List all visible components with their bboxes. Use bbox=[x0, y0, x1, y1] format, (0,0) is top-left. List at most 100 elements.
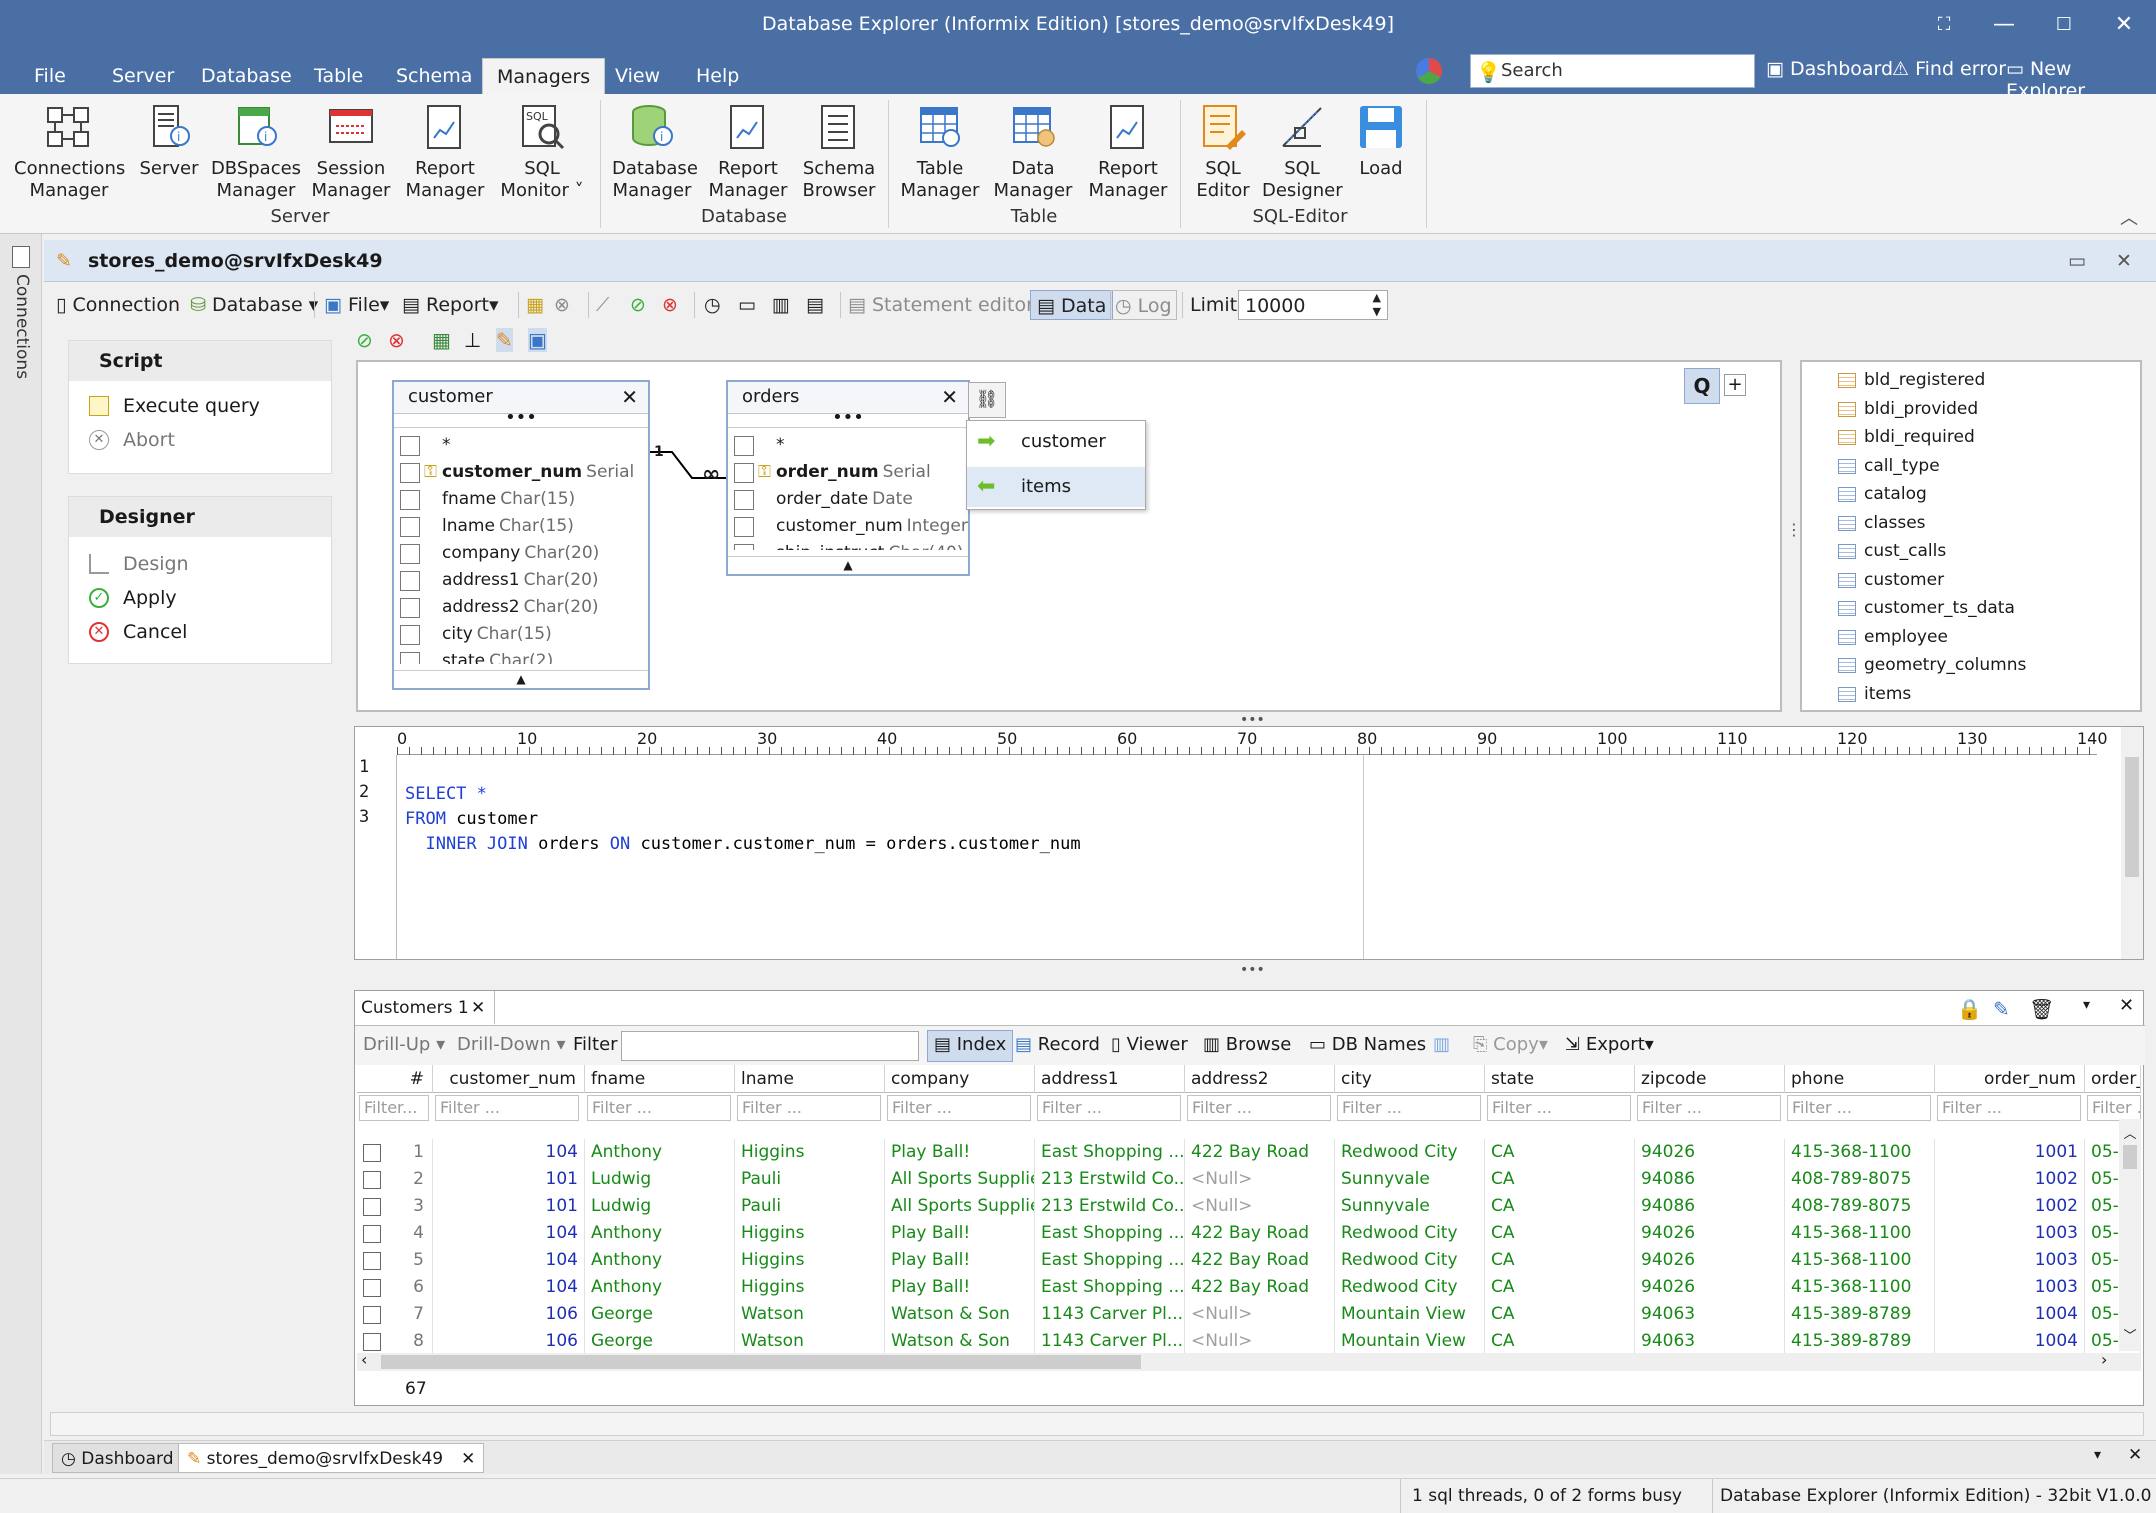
popup-item-items[interactable]: ⬅ items bbox=[967, 467, 1145, 507]
table-row[interactable]: 6 104 Anthony Higgins Play Ball! East Shoppin… bbox=[357, 1274, 2141, 1301]
export-icon[interactable]: ▤ bbox=[806, 290, 824, 320]
connection-button[interactable]: ▯ Connection bbox=[56, 290, 180, 320]
table-cell[interactable]: Watson & Son bbox=[885, 1301, 1035, 1328]
design-icon[interactable]: ⟋ bbox=[596, 290, 609, 320]
table-cell[interactable]: 104 bbox=[433, 1139, 585, 1166]
drill-up-dropdown[interactable]: Drill-Up ▾ bbox=[363, 1034, 445, 1055]
table-cell[interactable]: 213 Erstwild Co... bbox=[1035, 1193, 1185, 1220]
table-cell[interactable]: 422 Bay Road bbox=[1185, 1220, 1335, 1247]
table-cell[interactable]: Play Ball! bbox=[885, 1274, 1035, 1301]
table-cell[interactable]: Anthony bbox=[585, 1274, 735, 1301]
tree-item[interactable]: cust_calls bbox=[1802, 537, 2140, 566]
table-cell[interactable]: 2 bbox=[383, 1166, 433, 1193]
column-checkbox[interactable] bbox=[734, 436, 754, 456]
table-cell[interactable]: CA bbox=[1485, 1139, 1635, 1166]
report-manager-button[interactable]: Report Manager bbox=[404, 102, 486, 202]
table-cell[interactable]: Watson & Son bbox=[885, 1328, 1035, 1355]
table-cell[interactable]: 104 bbox=[433, 1247, 585, 1274]
table-cell[interactable]: Higgins bbox=[735, 1139, 885, 1166]
filter-cell[interactable]: Filter ... bbox=[435, 1095, 579, 1121]
apply-icon[interactable]: ⊘ bbox=[356, 328, 373, 352]
chevron-down-icon[interactable]: ▾ bbox=[2083, 997, 2090, 1013]
table-cell[interactable]: 415-368-1100 bbox=[1785, 1274, 1935, 1301]
window-icon[interactable]: ▭ bbox=[738, 290, 756, 320]
table-manager-button[interactable]: Table Manager bbox=[898, 102, 982, 202]
table-row[interactable]: 8 106 George Watson Watson & Son 1143 Carver … bbox=[357, 1328, 2141, 1355]
column-header[interactable]: customer_num bbox=[433, 1065, 585, 1093]
abort-button[interactable]: ✕ Abort bbox=[69, 423, 331, 457]
table-cell[interactable]: All Sports Supplies bbox=[885, 1193, 1035, 1220]
table-cell[interactable]: 1143 Carver Pl... bbox=[1035, 1301, 1185, 1328]
more-icon[interactable]: ••• bbox=[394, 409, 648, 428]
chevron-down-icon[interactable]: ▾ bbox=[2094, 1447, 2101, 1463]
file-dropdown[interactable]: ▣ File▾ bbox=[324, 290, 389, 320]
table-cell[interactable]: Anthony bbox=[585, 1220, 735, 1247]
table-cell[interactable]: Play Ball! bbox=[885, 1220, 1035, 1247]
table-cell[interactable]: <Null> bbox=[1185, 1166, 1335, 1193]
windows-icon[interactable]: ▣ bbox=[528, 328, 547, 352]
table-cell[interactable]: 1003 bbox=[1935, 1220, 2085, 1247]
scrollbar-thumb[interactable] bbox=[2123, 1145, 2137, 1169]
column-checkbox[interactable] bbox=[400, 544, 420, 564]
table-cell[interactable]: Higgins bbox=[735, 1247, 885, 1274]
row-checkbox[interactable] bbox=[363, 1279, 381, 1297]
column-header[interactable]: fname bbox=[585, 1065, 735, 1093]
pin-icon[interactable]: ▭ bbox=[2068, 240, 2086, 282]
table-row[interactable]: 7 106 George Watson Watson & Son 1143 Carver … bbox=[357, 1301, 2141, 1328]
table-cell[interactable]: Mountain View bbox=[1335, 1328, 1485, 1355]
column-header[interactable]: state bbox=[1485, 1065, 1635, 1093]
table-cell[interactable]: Redwood City bbox=[1335, 1139, 1485, 1166]
table-cell[interactable]: 1002 bbox=[1935, 1193, 2085, 1220]
table-row[interactable]: 1 104 Anthony Higgins Play Ball! East Shoppin… bbox=[357, 1139, 2141, 1166]
more-icon[interactable]: ••• bbox=[728, 409, 968, 428]
history-icon[interactable]: ◷ bbox=[704, 290, 721, 320]
orders-table-box[interactable]: orders ✕ ••• * ⚿ order_num Serial order_dat… bbox=[726, 380, 970, 576]
table-cell[interactable]: East Shopping ... bbox=[1035, 1274, 1185, 1301]
table-cell[interactable]: Sunnyvale bbox=[1335, 1193, 1485, 1220]
column-row[interactable]: * bbox=[728, 432, 968, 459]
query-designer-canvas[interactable]: customer ✕ ••• * ⚿ customer_num Serial fnam… bbox=[356, 360, 1782, 712]
data-toggle[interactable]: ▤ Data bbox=[1030, 290, 1114, 320]
table-report-manager-button[interactable]: Report Manager bbox=[1086, 102, 1170, 202]
cancel-button[interactable]: ✕ Cancel bbox=[69, 615, 331, 649]
dashboard-link[interactable]: ▣ Dashboard bbox=[1766, 58, 1893, 80]
column-checkbox[interactable] bbox=[400, 463, 420, 483]
filter-cell[interactable]: Filter ... bbox=[1637, 1095, 1781, 1121]
collapse-ribbon-icon[interactable]: ︿ bbox=[2120, 204, 2138, 230]
design-button[interactable]: Design bbox=[69, 547, 331, 581]
column-row[interactable]: ship_instruct Char(40) bbox=[728, 540, 968, 550]
filter-cell[interactable]: Filter ... bbox=[1037, 1095, 1181, 1121]
filter-cell[interactable]: Filter ... bbox=[887, 1095, 1031, 1121]
column-checkbox[interactable] bbox=[400, 436, 420, 456]
table-cell[interactable]: East Shopping ... bbox=[1035, 1220, 1185, 1247]
apply-button[interactable]: ✓ Apply bbox=[69, 581, 331, 615]
row-checkbox[interactable] bbox=[363, 1198, 381, 1216]
chevron-down-icon[interactable]: ﹀ bbox=[2119, 1325, 2141, 1344]
row-checkbox[interactable] bbox=[363, 1252, 381, 1270]
horizontal-scrollbar[interactable]: ‹ › bbox=[357, 1350, 2141, 1371]
filter-cell[interactable]: Filter ... bbox=[1337, 1095, 1481, 1121]
table-cell[interactable]: 415-368-1100 bbox=[1785, 1139, 1935, 1166]
table-cell[interactable]: 8 bbox=[383, 1328, 433, 1355]
data-manager-button[interactable]: Data Manager bbox=[992, 102, 1074, 202]
table-cell[interactable]: 1001 bbox=[1935, 1139, 2085, 1166]
column-checkbox[interactable] bbox=[400, 490, 420, 510]
column-row[interactable]: state Char(2) bbox=[394, 648, 648, 664]
dashboard-tab[interactable]: ◷ Dashboard bbox=[52, 1443, 183, 1473]
sql-editor-icon[interactable]: ✎ bbox=[496, 328, 513, 352]
search-input[interactable]: Search bbox=[1470, 54, 1755, 88]
table-cell[interactable]: East Shopping ... bbox=[1035, 1247, 1185, 1274]
load-button[interactable]: Load bbox=[1348, 102, 1414, 180]
sql-editor-button[interactable]: SQL Editor bbox=[1190, 102, 1256, 202]
table-cell[interactable]: 5 bbox=[383, 1247, 433, 1274]
column-row[interactable]: company Char(20) bbox=[394, 540, 648, 567]
table-cell[interactable]: 94026 bbox=[1635, 1139, 1785, 1166]
document-tab[interactable]: ✎ stores_demo@srvIfxDesk49 ✕ bbox=[178, 1443, 485, 1473]
column-header[interactable]: address1 bbox=[1035, 1065, 1185, 1093]
menu-managers[interactable]: Managers bbox=[482, 58, 606, 94]
table-cell[interactable]: 101 bbox=[433, 1193, 585, 1220]
table-cell[interactable]: 1002 bbox=[1935, 1166, 2085, 1193]
column-checkbox[interactable] bbox=[734, 544, 754, 550]
filter-cell[interactable]: Filter... bbox=[359, 1095, 429, 1121]
sql-designer-button[interactable]: SQL Designer bbox=[1262, 102, 1343, 202]
